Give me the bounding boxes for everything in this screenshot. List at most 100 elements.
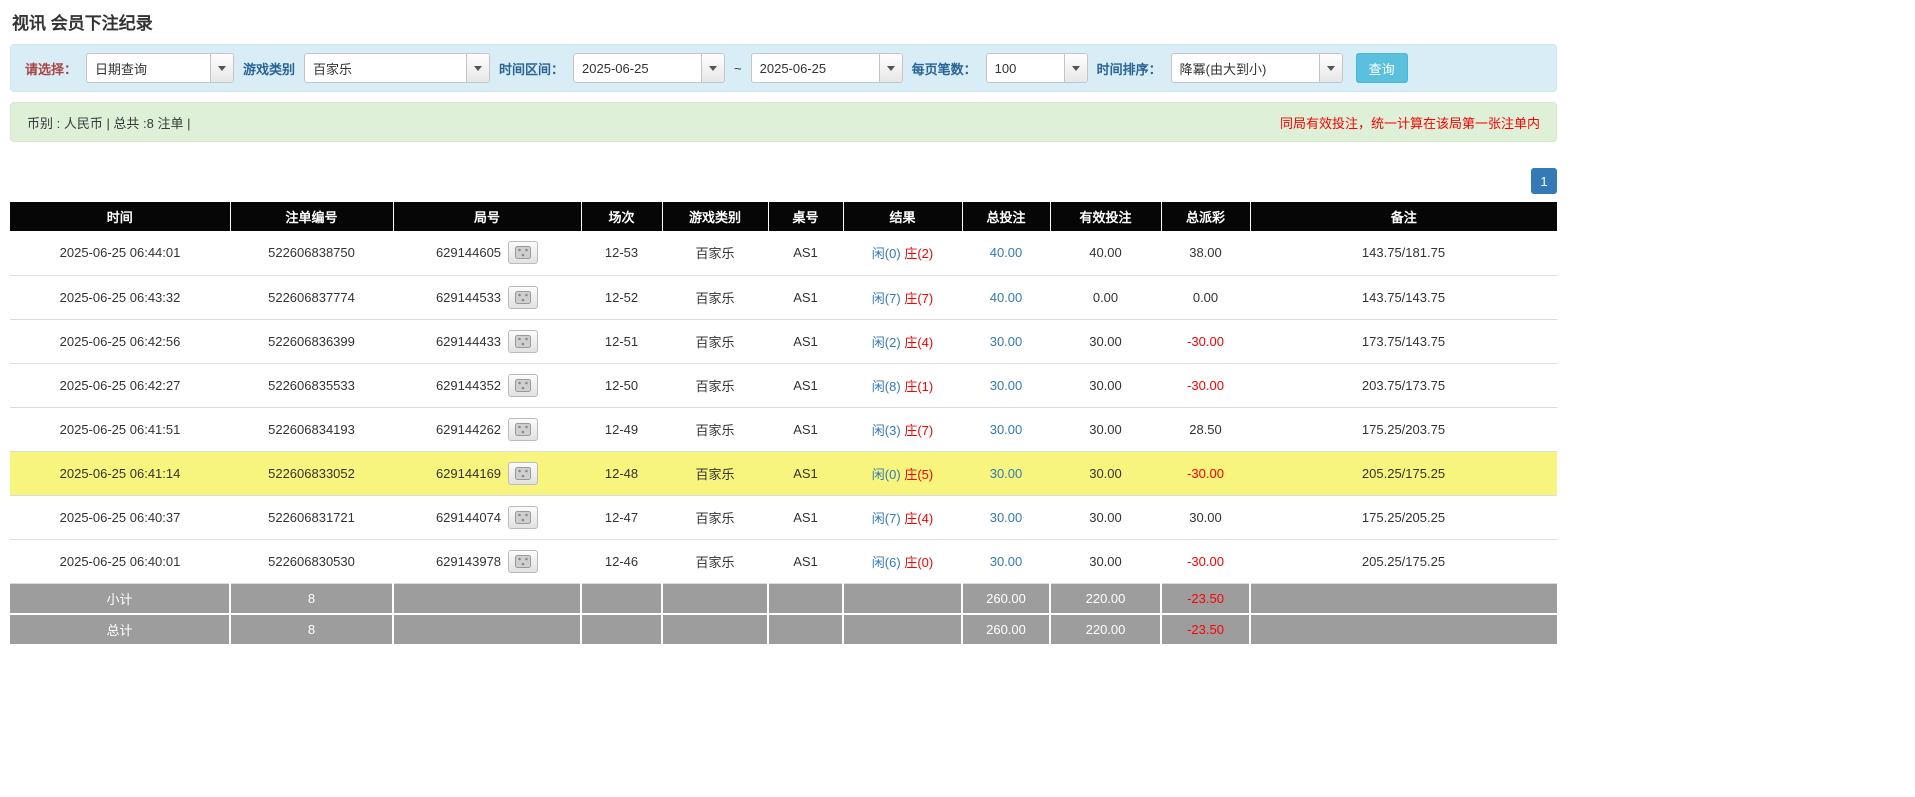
session: 12-47 [581,495,662,539]
result-cell: 闲(3) 庄(7) [843,407,962,451]
result-banker: 庄(7) [904,291,933,306]
note: 143.75/181.75 [1250,231,1557,275]
page-content: 视讯 会员下注纪录 请选择： 日期查询 游戏类别 百家乐 时间区间： 2025-… [10,0,1557,646]
total-bet-cell: 30.00 [962,495,1050,539]
round-id: 629144352 [436,378,501,393]
date-to-value: 2025-06-25 [752,54,879,82]
total-bet-cell: 30.00 [962,319,1050,363]
bet-time: 2025-06-25 06:41:51 [10,407,230,451]
total-bet-link[interactable]: 30.00 [990,510,1023,525]
table-row: 2025-06-25 06:42:27 522606835533 6291443… [10,363,1557,407]
round-id: 629144262 [436,422,501,437]
date-type-value: 日期查询 [87,54,210,82]
round-id: 629144169 [436,466,501,481]
total-bet-link[interactable]: 30.00 [990,378,1023,393]
subtotal-row: 小计 8 260.00 220.00 -23.50 [10,583,1557,614]
bet-id: 522606831721 [230,495,393,539]
dice-icon [515,467,531,480]
sort-select[interactable]: 降冪(由大到小) [1171,53,1343,83]
pagination-page-1[interactable]: 1 [1531,168,1557,194]
chevron-down-icon[interactable] [1319,54,1342,82]
round-detail-button[interactable] [508,550,538,573]
round-detail-button[interactable] [508,241,538,264]
round-detail-button[interactable] [508,418,538,441]
dice-icon [515,555,531,568]
bet-time: 2025-06-25 06:40:01 [10,539,230,583]
round-detail-button[interactable] [508,462,538,485]
round-id: 629144074 [436,510,501,525]
table-row: 2025-06-25 06:40:37 522606831721 6291440… [10,495,1557,539]
total-bet-link[interactable]: 40.00 [990,245,1023,260]
result-player: 闲(3) [872,423,901,438]
total-payout: 38.00 [1161,231,1250,275]
note: 205.25/175.25 [1250,451,1557,495]
total-bet-cell: 30.00 [962,539,1050,583]
total-bet-link[interactable]: 30.00 [990,554,1023,569]
game-type: 百家乐 [662,275,768,319]
result-player: 闲(6) [872,555,901,570]
round-detail-button[interactable] [508,330,538,353]
chevron-down-icon[interactable] [210,54,233,82]
round-detail-button[interactable] [508,506,538,529]
column-header: 时间 [10,202,230,231]
page-size-value: 100 [987,54,1064,82]
empty-cell [1250,614,1557,645]
notice-text: 同局有效投注，统一计算在该局第一张注单内 [1280,113,1540,132]
result-cell: 闲(7) 庄(7) [843,275,962,319]
table-number: AS1 [768,319,843,363]
result-player: 闲(0) [872,467,901,482]
total-bet-cell: 40.00 [962,231,1050,275]
empty-cell [581,614,662,645]
info-bar: 币别 : 人民币 | 总共 :8 注单 | 同局有效投注，统一计算在该局第一张注… [10,102,1557,142]
bet-id: 522606837774 [230,275,393,319]
chevron-down-icon[interactable] [879,54,902,82]
round-detail-button[interactable] [508,286,538,309]
round-cell: 629144433 [393,319,581,363]
date-to-select[interactable]: 2025-06-25 [751,53,903,83]
bet-time: 2025-06-25 06:42:27 [10,363,230,407]
dice-icon [515,423,531,436]
empty-cell [393,614,581,645]
total-payout: 28.50 [1161,407,1250,451]
page-size-select[interactable]: 100 [986,53,1088,83]
column-header: 场次 [581,202,662,231]
search-button[interactable]: 查询 [1356,53,1408,83]
date-type-select[interactable]: 日期查询 [86,53,234,83]
column-header: 总派彩 [1161,202,1250,231]
empty-cell [662,583,768,614]
round-cell: 629144605 [393,231,581,275]
bet-time: 2025-06-25 06:41:14 [10,451,230,495]
total-bet-link[interactable]: 40.00 [990,290,1023,305]
empty-cell [843,614,962,645]
empty-cell [843,583,962,614]
dice-icon [515,291,531,304]
chevron-down-icon[interactable] [1064,54,1087,82]
game-type: 百家乐 [662,231,768,275]
bet-time: 2025-06-25 06:43:32 [10,275,230,319]
result-player: 闲(2) [872,335,901,350]
note: 175.25/205.25 [1250,495,1557,539]
total-bet-link[interactable]: 30.00 [990,422,1023,437]
game-type: 百家乐 [662,495,768,539]
total-bet-link[interactable]: 30.00 [990,466,1023,481]
currency-summary-text: 币别 : 人民币 | 总共 :8 注单 | [27,113,191,132]
subtotal-total-bet: 260.00 [962,583,1050,614]
total-payout: -30.00 [1161,451,1250,495]
bet-time: 2025-06-25 06:44:01 [10,231,230,275]
round-cell: 629144169 [393,451,581,495]
game-type-select[interactable]: 百家乐 [304,53,490,83]
valid-bet: 30.00 [1050,539,1161,583]
bet-time: 2025-06-25 06:40:37 [10,495,230,539]
date-from-select[interactable]: 2025-06-25 [573,53,725,83]
chevron-down-icon[interactable] [466,54,489,82]
chevron-down-icon[interactable] [701,54,724,82]
result-banker: 庄(7) [904,423,933,438]
sort-value: 降冪(由大到小) [1172,54,1319,82]
subtotal-count: 8 [230,583,393,614]
subtotal-valid-bet: 220.00 [1050,583,1161,614]
round-detail-button[interactable] [508,374,538,397]
total-payout: -30.00 [1161,539,1250,583]
total-payout: 30.00 [1161,495,1250,539]
total-bet-link[interactable]: 30.00 [990,334,1023,349]
column-header: 备注 [1250,202,1557,231]
